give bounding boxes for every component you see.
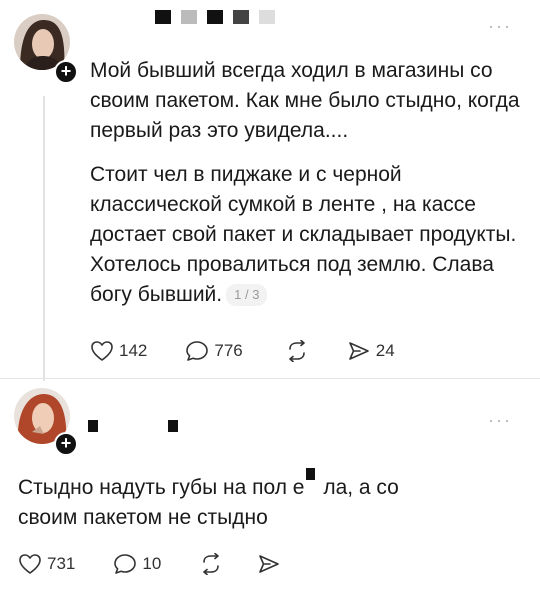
share-count: 24 [375, 341, 395, 360]
comment-count: 776 [214, 341, 243, 360]
image-pager-badge: 1 / 3 [226, 284, 268, 307]
post-paragraph: Стоит чел в пиджаке и с черной классичес… [90, 160, 520, 310]
share-button[interactable] [257, 553, 281, 575]
comment-button[interactable]: 776 [185, 340, 243, 362]
heart-icon [91, 341, 113, 361]
heart-icon [19, 554, 41, 574]
more-menu-icon[interactable]: ··· [488, 16, 512, 37]
post-paragraph-text: Стоит чел в пиджаке и с черной классичес… [90, 163, 517, 306]
username-redacted[interactable] [155, 10, 275, 24]
more-menu-icon[interactable]: ··· [488, 410, 512, 431]
share-arrow-icon [348, 342, 369, 360]
share-arrow-icon [259, 555, 280, 573]
like-count: 142 [119, 341, 148, 360]
redaction-block [306, 468, 316, 480]
thread-line [43, 96, 45, 381]
comment-count: 10 [142, 554, 162, 573]
post-body: Мой бывший всегда ходил в магазины со св… [90, 56, 520, 322]
post-paragraph: Мой бывший всегда ходил в магазины со св… [90, 59, 520, 142]
post-2: + ··· Стыдно надуть губы на пол е ла, а … [0, 380, 540, 591]
like-button[interactable]: 142 [90, 340, 147, 362]
like-button[interactable]: 731 [18, 553, 75, 575]
reply-actions: 731 10 [18, 553, 281, 575]
repost-button[interactable] [285, 340, 309, 362]
post-1: + ··· Мой бывший всегда ходил в магазины… [0, 0, 540, 381]
repost-arrows-icon [203, 553, 220, 575]
username-redacted[interactable] [88, 420, 178, 432]
follow-plus-icon[interactable]: + [54, 432, 78, 456]
reply-body: Стыдно надуть губы на пол е ла, а со сво… [18, 468, 458, 533]
comment-button[interactable]: 10 [113, 553, 161, 575]
repost-button[interactable] [199, 553, 223, 575]
divider [0, 378, 540, 379]
post-actions: 142 776 24 [90, 340, 395, 362]
comment-bubble-icon [114, 554, 137, 574]
like-count: 731 [47, 554, 76, 573]
reply-text: Стыдно надуть губы на пол е [18, 476, 305, 499]
repost-arrows-icon [288, 340, 305, 362]
follow-plus-icon[interactable]: + [54, 60, 78, 84]
comment-bubble-icon [186, 341, 209, 361]
share-button[interactable]: 24 [347, 340, 395, 362]
